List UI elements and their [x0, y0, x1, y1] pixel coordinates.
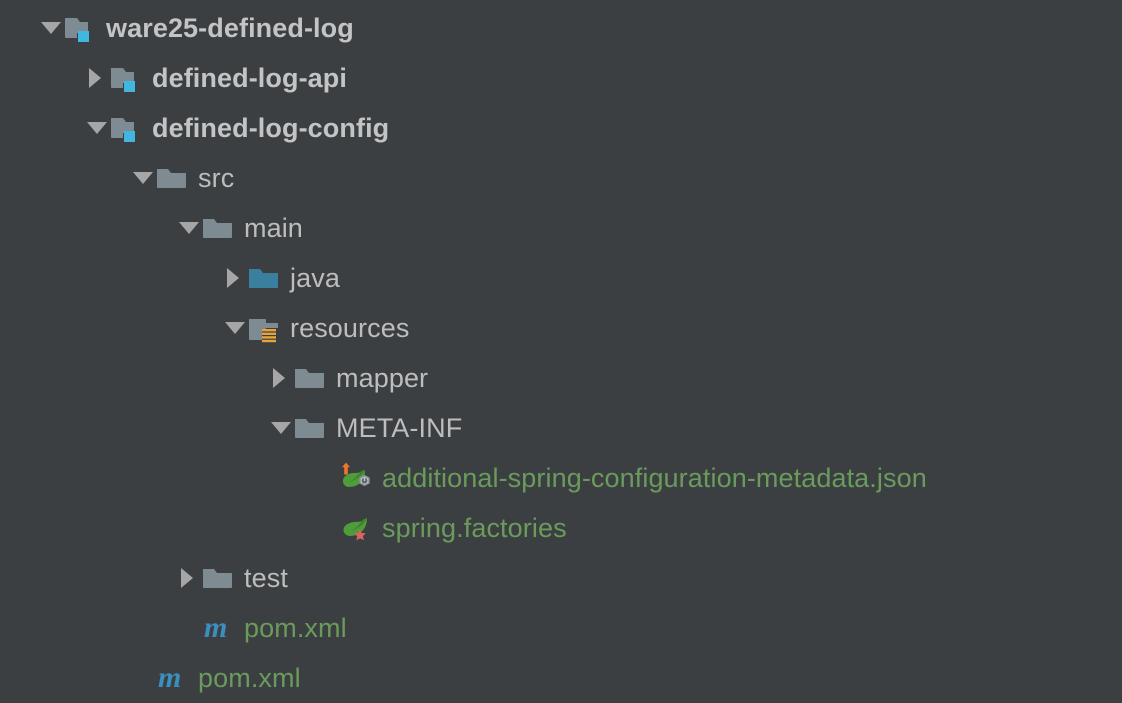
expand-arrow-right-icon[interactable]	[222, 265, 248, 291]
tree-row[interactable]: resources	[0, 303, 1122, 353]
tree-row-label: additional-spring-configuration-metadata…	[382, 462, 927, 494]
tree-row[interactable]: src	[0, 153, 1122, 203]
expand-arrow-down-icon[interactable]	[84, 115, 110, 141]
folder-icon	[202, 212, 236, 244]
expand-arrow-right-icon[interactable]	[268, 365, 294, 391]
tree-row-label: pom.xml	[198, 662, 301, 694]
folder-icon	[294, 362, 328, 394]
tree-row-label: src	[198, 162, 234, 194]
spring-config-metadata-icon	[340, 462, 374, 494]
tree-row-label: spring.factories	[382, 512, 567, 544]
tree-row-label: META-INF	[336, 412, 462, 444]
tree-row[interactable]: test	[0, 553, 1122, 603]
tree-row[interactable]: spring.factories	[0, 503, 1122, 553]
tree-row[interactable]: java	[0, 253, 1122, 303]
expand-arrow-right-icon[interactable]	[176, 565, 202, 591]
tree-row[interactable]: additional-spring-configuration-metadata…	[0, 453, 1122, 503]
tree-row-label: pom.xml	[244, 612, 347, 644]
tree-row-label: ware25-defined-log	[106, 12, 354, 44]
module-folder-icon	[110, 112, 144, 144]
source-root-folder-icon	[248, 262, 282, 294]
expand-arrow-down-icon[interactable]	[38, 15, 64, 41]
folder-icon	[294, 412, 328, 444]
tree-row[interactable]: defined-log-api	[0, 53, 1122, 103]
tree-row[interactable]: META-INF	[0, 403, 1122, 453]
tree-row-label: java	[290, 262, 340, 294]
resource-root-folder-icon	[248, 312, 282, 344]
expand-arrow-down-icon[interactable]	[130, 165, 156, 191]
module-folder-icon	[64, 12, 98, 44]
tree-row-label: mapper	[336, 362, 428, 394]
tree-row-label: test	[244, 562, 288, 594]
project-tree[interactable]: ware25-defined-log defined-log-api defined…	[0, 0, 1122, 702]
expand-arrow-down-icon[interactable]	[268, 415, 294, 441]
tree-row[interactable]: defined-log-config	[0, 103, 1122, 153]
spring-factories-icon	[340, 512, 374, 544]
module-folder-icon	[110, 62, 144, 94]
expand-arrow-right-icon[interactable]	[84, 65, 110, 91]
tree-row[interactable]: mpom.xml	[0, 653, 1122, 703]
folder-icon	[156, 162, 190, 194]
folder-icon	[202, 562, 236, 594]
maven-m-icon: m	[202, 612, 236, 644]
expand-arrow-down-icon[interactable]	[222, 315, 248, 341]
tree-row[interactable]: main	[0, 203, 1122, 253]
tree-row[interactable]: mapper	[0, 353, 1122, 403]
tree-row-label: defined-log-config	[152, 112, 389, 144]
tree-row-label: main	[244, 212, 303, 244]
tree-row[interactable]: mpom.xml	[0, 603, 1122, 653]
tree-row-label: resources	[290, 312, 409, 344]
maven-m-icon: m	[156, 662, 190, 694]
tree-row-label: defined-log-api	[152, 62, 347, 94]
expand-arrow-down-icon[interactable]	[176, 215, 202, 241]
tree-row[interactable]: ware25-defined-log	[0, 3, 1122, 53]
